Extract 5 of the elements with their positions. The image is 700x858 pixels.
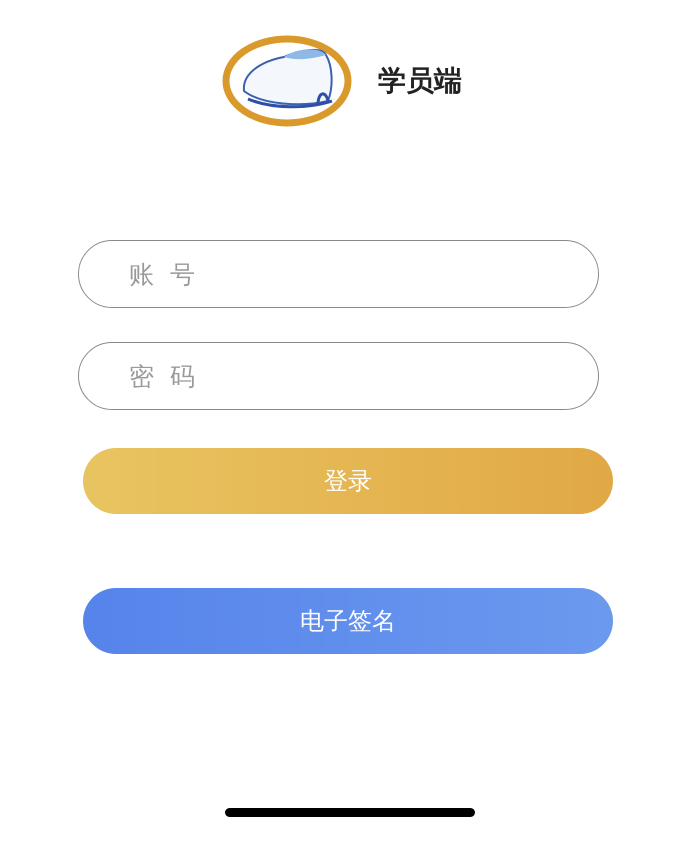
input-field[interactable]: 密 码 bbox=[78, 342, 599, 410]
login-button[interactable]: 登录 bbox=[83, 448, 613, 514]
input-field[interactable]: 账 号 bbox=[78, 240, 599, 308]
app-title: 学员端 bbox=[378, 67, 462, 95]
signature-button[interactable]: 电子签名 bbox=[83, 588, 613, 654]
